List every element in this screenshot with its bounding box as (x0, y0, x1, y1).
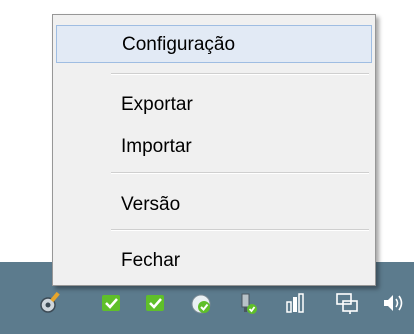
menu-item-label: Exportar (121, 94, 193, 115)
menu-item-exportar[interactable]: Exportar (56, 87, 372, 121)
network-icon[interactable] (334, 290, 360, 316)
context-menu: Configuração Exportar Importar Versão Fe… (52, 14, 376, 286)
sync-check-icon[interactable] (188, 290, 214, 316)
menu-item-label: Fechar (121, 250, 181, 271)
signal-bars-icon[interactable] (284, 290, 310, 316)
menu-item-label: Versão (121, 194, 181, 215)
menu-item-label: Configuração (122, 34, 236, 55)
plug-check-icon[interactable] (234, 290, 260, 316)
green-check-icon-2[interactable] (142, 290, 168, 316)
settings-gear-icon[interactable] (38, 290, 64, 316)
menu-item-versao[interactable]: Versão (56, 187, 372, 221)
menu-item-configuracao[interactable]: Configuração (56, 25, 372, 63)
menu-separator (111, 229, 369, 231)
volume-icon[interactable] (380, 290, 406, 316)
menu-separator (111, 172, 369, 174)
menu-item-importar[interactable]: Importar (56, 129, 372, 163)
menu-item-fechar[interactable]: Fechar (56, 243, 372, 277)
menu-item-label: Importar (121, 136, 192, 157)
menu-separator (111, 73, 369, 75)
green-check-icon[interactable] (98, 290, 124, 316)
